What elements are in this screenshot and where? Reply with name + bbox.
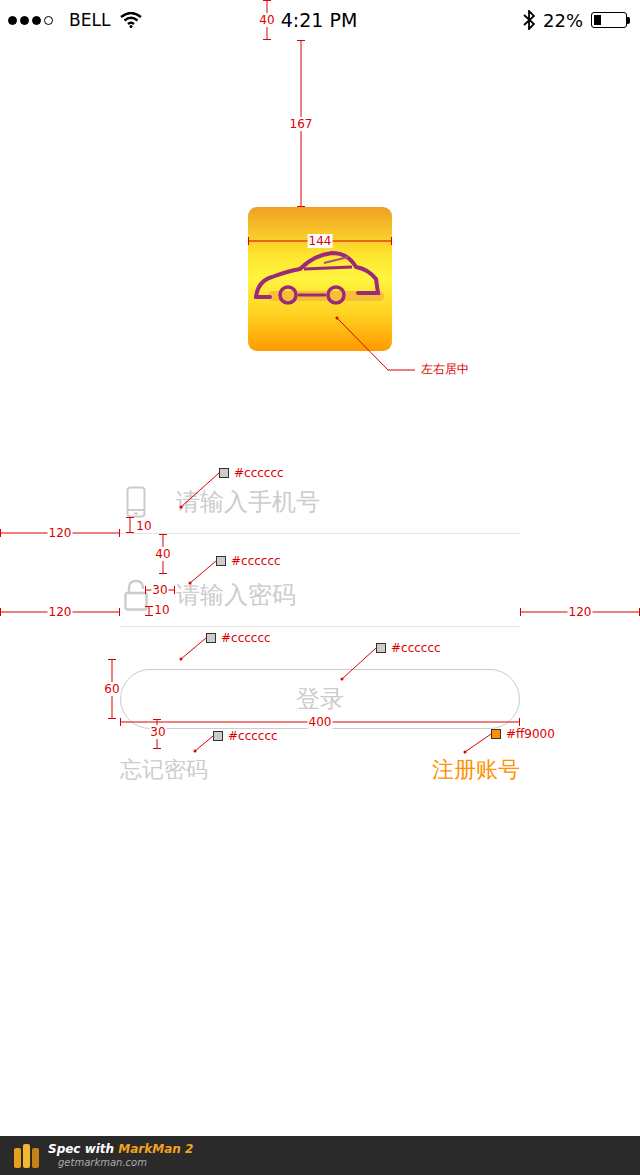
unlock-icon [120,579,152,611]
register-link[interactable]: 注册账号 [432,755,520,785]
dimension-label: 30 [151,583,168,597]
login-form: 请输入手机号 请输入密码 登录 忘记密码 注册账号 [120,481,520,785]
signal-dot [8,16,17,25]
markman-footer: Spec with MarkMan 2 getmarkman.com [0,1136,640,1175]
dimension-label: 120 [48,605,73,619]
dimension-label: 40 [154,547,171,561]
bluetooth-icon [523,10,535,30]
battery-percent: 22% [543,10,583,31]
color-tag: #ff9000 [491,728,555,740]
clock: 4:21 PM [281,9,358,31]
color-tag: #cccccc [376,642,441,654]
color-tag: #cccccc [219,467,284,479]
spec-page: BELL 4:21 PM 22% 请输入手机号 请输入密码 登录 忘记密码 注册… [0,0,640,1175]
password-placeholder: 请输入密码 [176,579,296,611]
dimension-label: 144 [308,234,333,248]
color-swatch [219,468,229,478]
login-button[interactable]: 登录 [120,669,520,729]
password-input[interactable]: 请输入密码 [120,534,520,627]
color-swatch [206,633,216,643]
dimension-label: 167 [289,117,314,131]
dimension-label: 400 [308,715,333,729]
dimension-label: 10 [153,603,170,617]
dimension-label: 10 [135,519,152,533]
dimension-label: 120 [48,526,73,540]
color-tag: #cccccc [213,730,278,742]
color-tag: #cccccc [206,632,271,644]
dimension-label: 30 [149,725,166,739]
forgot-password-link[interactable]: 忘记密码 [120,755,208,785]
markman-logo-icon [12,1142,42,1170]
color-swatch [491,729,501,739]
footer-url: getmarkman.com [58,1157,193,1168]
color-swatch [213,731,223,741]
dimension-label: 40 [258,13,275,27]
signal-icon [8,16,53,25]
dimension-label: 60 [103,682,120,696]
color-swatch [376,643,386,653]
color-tag: #cccccc [216,555,281,567]
battery-icon [591,12,630,28]
signal-dot [20,16,29,25]
carrier: BELL [69,10,110,30]
car-icon [248,207,392,351]
color-swatch [216,556,226,566]
footer-title: Spec with MarkMan 2 [48,1143,193,1156]
phone-icon [120,486,152,518]
spec-annotations: 40167144120104030101201206040030 #cccccc… [0,0,640,1175]
signal-dot [44,16,53,25]
phone-input[interactable]: 请输入手机号 [120,481,520,534]
app-logo [248,207,392,351]
phone-placeholder: 请输入手机号 [176,486,320,518]
wifi-icon [120,12,142,28]
signal-dot [32,16,41,25]
dimension-label: 120 [568,605,593,619]
status-bar: BELL 4:21 PM 22% [0,0,640,40]
center-note: 左右居中 [421,363,469,375]
